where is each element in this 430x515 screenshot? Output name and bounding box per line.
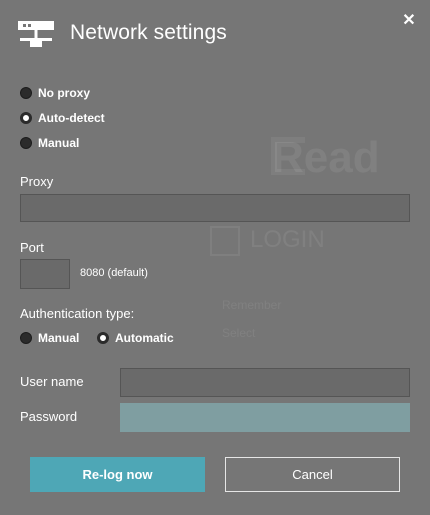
radio-indicator[interactable] bbox=[20, 87, 32, 99]
close-icon[interactable]: ✕ bbox=[401, 13, 417, 29]
radio-indicator[interactable] bbox=[20, 137, 32, 149]
background-login-text: LOGIN bbox=[250, 226, 325, 253]
radio-label: Manual bbox=[38, 136, 80, 150]
background-login-icon bbox=[210, 226, 240, 256]
password-input[interactable] bbox=[120, 403, 410, 432]
background-line-2: Select bbox=[222, 326, 256, 340]
dialog-title: Network settings bbox=[70, 21, 227, 44]
radio-no-proxy[interactable]: No proxy bbox=[20, 86, 90, 100]
port-default-hint: 8080 (default) bbox=[80, 267, 148, 279]
password-label: Password bbox=[20, 409, 78, 424]
radio-manual-proxy[interactable]: Manual bbox=[20, 136, 79, 150]
username-input[interactable] bbox=[120, 368, 410, 397]
cancel-button[interactable]: Cancel bbox=[225, 457, 400, 492]
authentication-label: Authentication type: bbox=[20, 306, 135, 321]
radio-auto-detect[interactable]: Auto-detect bbox=[20, 111, 105, 125]
network-icon bbox=[18, 21, 54, 49]
port-input[interactable] bbox=[20, 259, 70, 289]
radio-auth-automatic[interactable]: Automatic bbox=[97, 331, 174, 345]
radio-label: Auto-detect bbox=[38, 111, 105, 125]
radio-indicator[interactable] bbox=[20, 332, 32, 344]
radio-label: Automatic bbox=[115, 331, 174, 345]
background-line-1: Remember bbox=[222, 298, 282, 312]
radio-indicator-selected[interactable] bbox=[20, 112, 32, 124]
username-label: User name bbox=[20, 374, 84, 389]
proxy-input[interactable] bbox=[20, 194, 410, 222]
radio-label: No proxy bbox=[38, 86, 91, 100]
radio-indicator-selected[interactable] bbox=[97, 332, 109, 344]
port-label: Port bbox=[20, 240, 44, 255]
radio-auth-manual[interactable]: Manual bbox=[20, 331, 79, 345]
background-app-title: Read bbox=[272, 133, 380, 182]
background-logo bbox=[271, 137, 305, 175]
dialog-header: Network settings ✕ bbox=[0, 0, 430, 70]
relog-now-button[interactable]: Re-log now bbox=[30, 457, 205, 492]
proxy-label: Proxy bbox=[20, 174, 54, 189]
radio-label: Manual bbox=[38, 331, 80, 345]
